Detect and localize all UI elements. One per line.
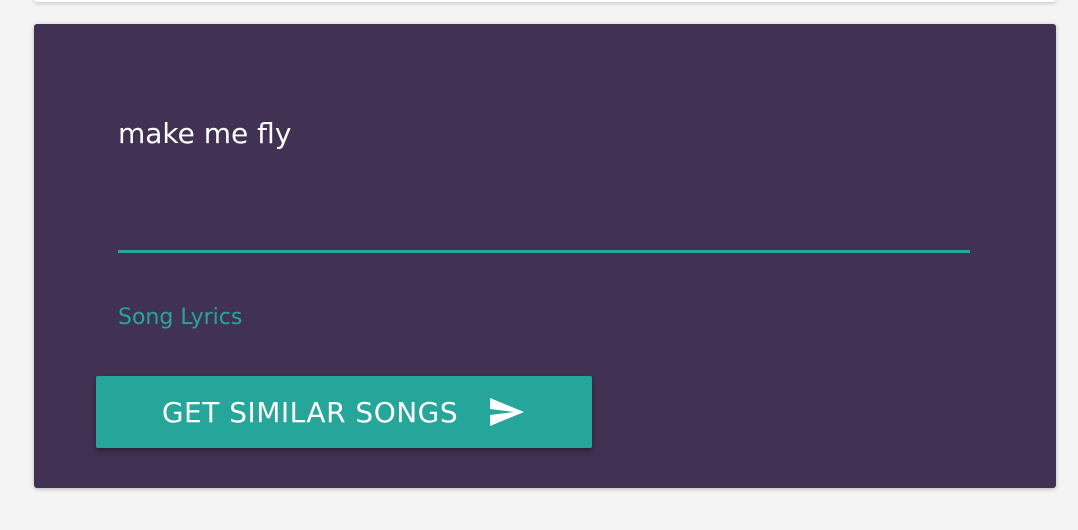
search-card: make me fly Song Lyrics GET SIMILAR SONG… <box>34 24 1056 488</box>
get-similar-songs-label: GET SIMILAR SONGS <box>161 395 459 429</box>
lyrics-input[interactable]: make me fly <box>118 104 970 253</box>
lyrics-field-label: Song Lyrics <box>118 305 243 330</box>
lyrics-field: make me fly Song Lyrics <box>118 104 970 330</box>
get-similar-songs-button[interactable]: GET SIMILAR SONGS <box>96 376 592 448</box>
send-icon <box>488 396 526 428</box>
previous-card-edge <box>34 0 1056 2</box>
